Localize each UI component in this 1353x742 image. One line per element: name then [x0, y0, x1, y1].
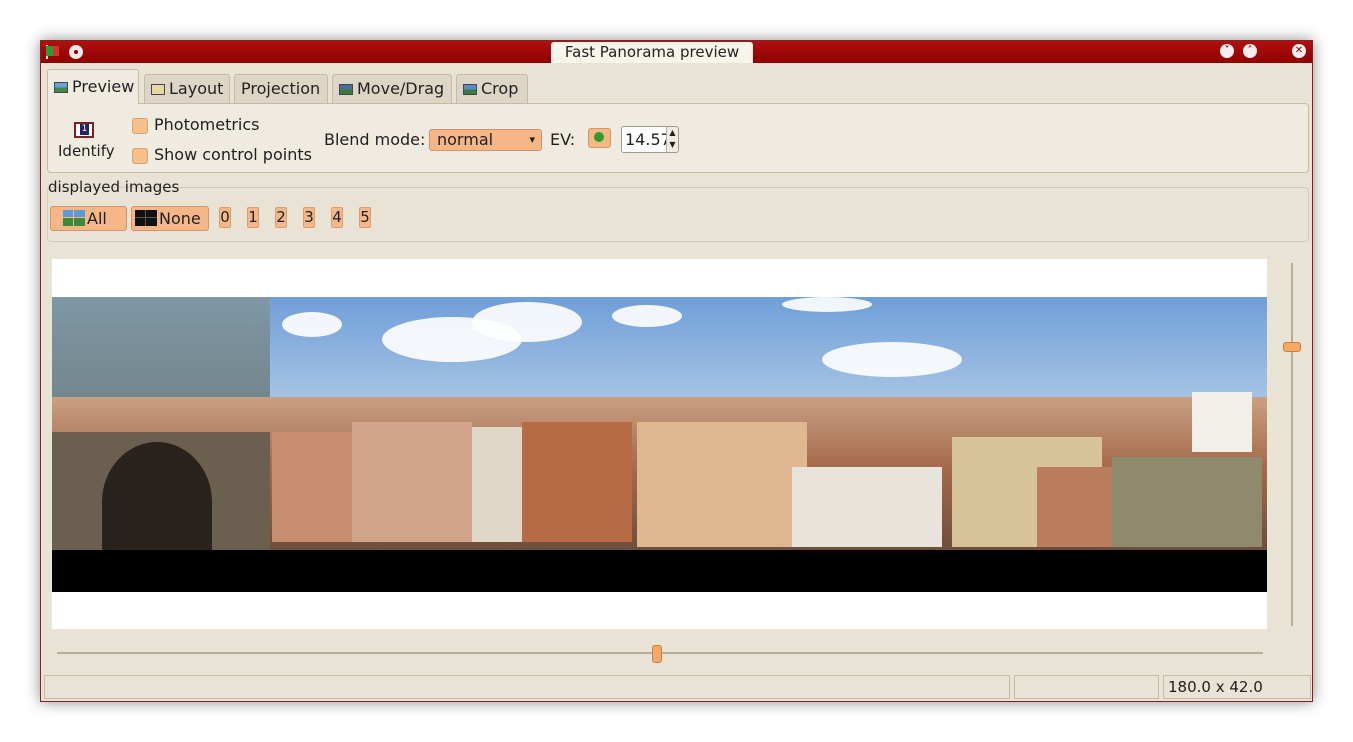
vertical-fov-slider[interactable]	[1291, 263, 1293, 626]
reset-exposure-button[interactable]	[588, 128, 611, 148]
photometrics-checkbox[interactable]	[132, 118, 148, 134]
image-toggle-1[interactable]: 1	[247, 207, 259, 228]
window-title: Fast Panorama preview	[551, 42, 753, 63]
identify-icon[interactable]: 1	[74, 122, 94, 138]
control-points-checkbox[interactable]	[132, 148, 148, 164]
status-middle	[1014, 675, 1159, 699]
tab-label: Preview	[72, 77, 135, 96]
ev-spinbox[interactable]: 14.57 ▲ ▼	[621, 126, 679, 153]
displayed-images-title: displayed images	[48, 178, 180, 196]
spin-arrows-icon[interactable]: ▲ ▼	[666, 127, 678, 152]
tab-label: Layout	[169, 79, 224, 98]
image-toggle-4[interactable]: 4	[331, 207, 343, 228]
displayed-images-group	[47, 187, 1309, 242]
photometrics-label: Photometrics	[154, 115, 260, 134]
horizontal-fov-handle[interactable]	[652, 645, 662, 663]
move-drag-icon	[339, 84, 353, 95]
preview-window: Fast Panorama preview ˅ ˄ ✕ Preview Layo…	[40, 40, 1313, 702]
tab-label: Projection	[241, 79, 321, 98]
title-bar: Fast Panorama preview ˅ ˄ ✕	[41, 41, 1312, 63]
grid-none-icon	[135, 210, 157, 226]
crop-icon	[463, 84, 477, 95]
tab-layout[interactable]: Layout	[144, 74, 230, 103]
show-all-button[interactable]: All	[50, 206, 127, 231]
status-left	[44, 675, 1010, 699]
identify-button[interactable]: Identify	[58, 142, 115, 160]
preview-icon	[54, 82, 68, 93]
image-toggle-0[interactable]: 0	[219, 207, 231, 228]
blend-mode-label: Blend mode:	[324, 130, 426, 149]
tab-move-drag[interactable]: Move/Drag	[332, 74, 452, 103]
none-label: None	[159, 209, 201, 228]
minimize-icon[interactable]: ˅	[1220, 44, 1234, 58]
all-label: All	[87, 209, 107, 228]
chevron-down-icon: ▾	[529, 133, 535, 146]
preview-toolbar: 1 Identify Photometrics Show control poi…	[47, 103, 1309, 173]
image-toggle-2[interactable]: 2	[275, 207, 287, 228]
image-toggle-3[interactable]: 3	[303, 207, 315, 228]
tab-preview[interactable]: Preview	[47, 69, 139, 104]
maximize-icon[interactable]: ˄	[1243, 44, 1257, 58]
tab-label: Move/Drag	[357, 79, 445, 98]
status-bar: 180.0 x 42.0	[41, 675, 1312, 701]
blend-mode-value: normal	[437, 130, 494, 149]
ev-value: 14.57	[625, 130, 671, 149]
ev-label: EV:	[550, 130, 576, 149]
layout-icon	[151, 84, 165, 95]
preview-canvas[interactable]	[52, 259, 1267, 629]
tab-crop[interactable]: Crop	[456, 74, 528, 103]
panorama-image[interactable]	[52, 297, 1267, 592]
blend-mode-select[interactable]: normal ▾	[429, 129, 542, 151]
control-points-label: Show control points	[154, 145, 312, 164]
tab-projection[interactable]: Projection	[234, 74, 328, 103]
close-icon[interactable]: ✕	[1292, 44, 1306, 58]
vertical-fov-handle[interactable]	[1283, 342, 1301, 352]
grid-all-icon	[63, 210, 85, 226]
image-toggle-5[interactable]: 5	[359, 207, 371, 228]
tab-label: Crop	[481, 79, 519, 98]
show-none-button[interactable]: None	[131, 206, 209, 231]
pin-icon[interactable]	[69, 45, 83, 59]
app-flag-icon[interactable]	[46, 45, 60, 59]
fov-readout: 180.0 x 42.0	[1163, 675, 1311, 699]
